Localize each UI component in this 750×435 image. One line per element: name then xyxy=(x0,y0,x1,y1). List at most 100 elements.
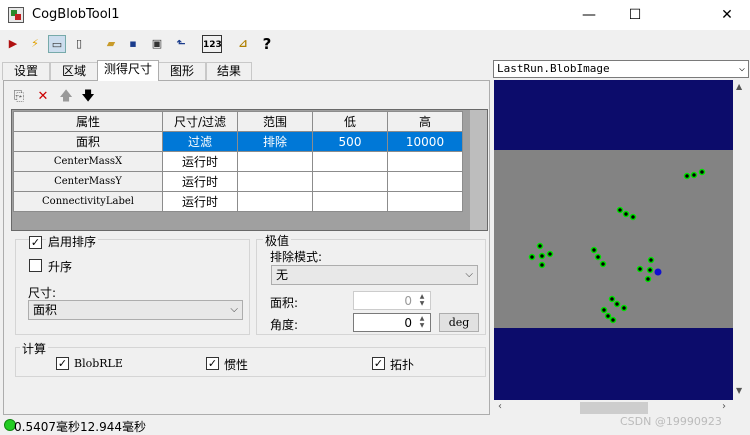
row-property[interactable]: ConnectivityLabel xyxy=(13,191,163,212)
window-title: CogBlobTool1 xyxy=(32,7,120,22)
run-time-text: 0.5407毫秒12.944毫秒 xyxy=(14,420,146,434)
cell-high[interactable] xyxy=(387,191,463,212)
scroll-up-icon[interactable]: ▲ xyxy=(736,82,742,91)
scroll-left-icon[interactable]: ‹ xyxy=(498,401,502,412)
column-header-property[interactable]: 属性 xyxy=(13,111,163,132)
table-row[interactable]: CenterMassY 运行时 xyxy=(13,171,463,192)
cell-low[interactable] xyxy=(312,151,388,172)
cell-low[interactable] xyxy=(312,191,388,212)
ruler-icon[interactable]: ⊿ xyxy=(234,35,252,53)
inertia-label: 惯性 xyxy=(224,358,249,372)
ascending-label: 升序 xyxy=(48,260,73,274)
scroll-thumb[interactable] xyxy=(580,402,648,414)
column-header-high[interactable]: 高 xyxy=(387,111,463,132)
deg-button[interactable]: deg xyxy=(439,313,479,332)
scroll-right-icon[interactable]: › xyxy=(722,401,726,412)
cell-low[interactable]: 500 xyxy=(312,131,388,152)
maximize-button[interactable]: ☐ xyxy=(612,0,658,30)
cell-range[interactable] xyxy=(237,171,313,192)
exclude-mode-value: 无 xyxy=(276,268,289,282)
cell-range[interactable]: 排除 xyxy=(237,131,313,152)
cell-high[interactable] xyxy=(387,151,463,172)
enable-sort-checkbox[interactable]: ✓ xyxy=(29,236,42,249)
extreme-area-value: 0 xyxy=(404,294,412,308)
column-header-range[interactable]: 范围 xyxy=(237,111,313,132)
topology-label: 拓扑 xyxy=(390,358,415,372)
electronic-mode-icon[interactable]: ▭ xyxy=(48,35,66,53)
cell-high[interactable] xyxy=(387,171,463,192)
minimize-button[interactable]: — xyxy=(566,0,612,30)
open-folder-icon[interactable]: ▰ xyxy=(102,35,120,53)
spinner-icon[interactable]: ▲ ▼ xyxy=(415,315,429,330)
cell-mode[interactable]: 过滤 xyxy=(162,131,238,152)
help-icon[interactable]: ? xyxy=(258,35,276,53)
blob-mark xyxy=(620,304,628,312)
blob-center-mark xyxy=(654,268,662,276)
lightning-icon[interactable]: ⚡ xyxy=(26,35,44,53)
reset-icon[interactable]: ▯ xyxy=(70,35,88,53)
extremes-group: 极值 排除模式: 无 ⌵ 面积: 0 ▲ ▼ 角度: 0 ▲ ▼ deg xyxy=(256,232,486,335)
cell-high[interactable]: 10000 xyxy=(387,131,463,152)
compute-label: 计算 xyxy=(20,340,49,357)
grid-scrollbar[interactable] xyxy=(470,110,487,230)
close-button[interactable]: ✕ xyxy=(704,0,750,30)
blob-mark xyxy=(609,316,617,324)
row-property[interactable]: 面积 xyxy=(13,131,163,152)
blob-mark xyxy=(528,253,536,261)
table-row[interactable]: ConnectivityLabel 运行时 xyxy=(13,191,463,212)
row-property[interactable]: CenterMassY xyxy=(13,171,163,192)
image-horizontal-scrollbar[interactable]: ‹ › xyxy=(494,400,733,416)
cell-low[interactable] xyxy=(312,171,388,192)
scroll-down-icon[interactable]: ▼ xyxy=(736,386,742,395)
save-icon[interactable]: ▪ xyxy=(124,35,142,53)
properties-grid: 属性 尺寸/过滤 范围 低 高 面积 过滤 排除 500 10000 Cente… xyxy=(11,109,488,231)
exclude-mode-select[interactable]: 无 ⌵ xyxy=(271,265,478,285)
spinner-icon[interactable]: ▲ ▼ xyxy=(415,293,429,308)
tab-measurements[interactable]: 测得尺寸 xyxy=(97,60,159,81)
blob-mark xyxy=(594,253,602,261)
tab-graphics[interactable]: 图形 xyxy=(158,62,206,80)
image-selector[interactable]: LastRun.BlobImage ⌵ xyxy=(493,60,749,78)
tab-results[interactable]: 结果 xyxy=(206,62,252,80)
blob-mark xyxy=(538,261,546,269)
blob-mark xyxy=(546,250,554,258)
watermark: CSDN @19990923 xyxy=(620,415,722,428)
tab-settings[interactable]: 设置 xyxy=(2,62,50,80)
angle-input[interactable]: 0 ▲ ▼ xyxy=(353,313,431,332)
row-property[interactable]: CenterMassX xyxy=(13,151,163,172)
blob-mark xyxy=(644,275,652,283)
move-down-icon[interactable]: 🡇 xyxy=(80,89,96,105)
column-header-mode[interactable]: 尺寸/过滤 xyxy=(162,111,238,132)
delete-icon[interactable]: ✕ xyxy=(35,89,51,105)
blob-mark xyxy=(613,300,621,308)
cell-range[interactable] xyxy=(237,151,313,172)
table-row[interactable]: CenterMassX 运行时 xyxy=(13,151,463,172)
tab-region[interactable]: 区域 xyxy=(50,62,98,80)
cell-mode[interactable]: 运行时 xyxy=(162,191,238,212)
move-up-icon[interactable]: 🡅 xyxy=(58,89,74,105)
numeric-icon[interactable]: 123 xyxy=(202,35,222,53)
cell-mode[interactable]: 运行时 xyxy=(162,151,238,172)
export-icon[interactable]: ⬑ xyxy=(172,35,190,53)
topology-checkbox[interactable]: ✓ xyxy=(372,357,385,370)
blob-mark xyxy=(646,266,654,274)
blobrle-checkbox[interactable]: ✓ xyxy=(56,357,69,370)
table-row[interactable]: 面积 过滤 排除 500 10000 xyxy=(13,131,463,152)
size-select[interactable]: 面积 ⌵ xyxy=(28,300,243,320)
import-icon[interactable]: ▣ xyxy=(148,35,166,53)
run-icon[interactable]: ▶ xyxy=(4,35,22,53)
blob-mark xyxy=(536,242,544,250)
blob-overlay xyxy=(528,168,706,324)
image-vertical-scrollbar[interactable]: ▲ ▼ xyxy=(733,80,749,400)
inertia-checkbox[interactable]: ✓ xyxy=(206,357,219,370)
extreme-area-input[interactable]: 0 ▲ ▼ xyxy=(353,291,431,310)
new-row-icon[interactable]: ⎘ xyxy=(11,89,27,105)
ascending-checkbox[interactable] xyxy=(29,259,42,272)
blob-mark xyxy=(698,168,706,176)
blob-mark xyxy=(616,206,624,214)
cell-range[interactable] xyxy=(237,191,313,212)
column-header-low[interactable]: 低 xyxy=(312,111,388,132)
blob-mark xyxy=(608,295,616,303)
image-display[interactable] xyxy=(494,80,733,400)
cell-mode[interactable]: 运行时 xyxy=(162,171,238,192)
